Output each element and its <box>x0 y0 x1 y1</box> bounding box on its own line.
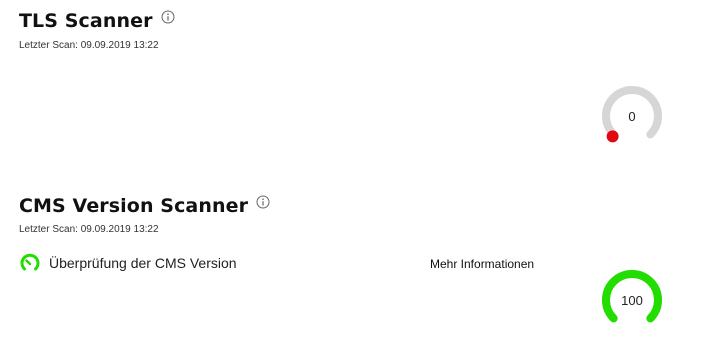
cms-score-gauge: 100 <box>600 268 664 332</box>
tls-score-gauge: 0 <box>600 84 664 148</box>
info-icon[interactable] <box>161 10 175 24</box>
cms-title-row: CMS Version Scanner <box>19 195 270 217</box>
tls-last-scan: Letzter Scan: 09.09.2019 13:22 <box>19 40 159 51</box>
gauge-check-icon <box>19 252 41 274</box>
tls-scanner-title: TLS Scanner <box>19 10 153 32</box>
scanner-dashboard: TLS Scanner Letzter Scan: 09.09.2019 13:… <box>0 0 706 345</box>
tls-score-value: 0 <box>628 108 636 124</box>
cms-check-label: Überprüfung der CMS Version <box>49 255 237 271</box>
cms-scanner-title: CMS Version Scanner <box>19 195 249 217</box>
info-icon[interactable] <box>256 195 270 209</box>
cms-score-value: 100 <box>621 292 643 308</box>
more-info-link[interactable]: Mehr Informationen <box>430 257 534 271</box>
cms-last-scan: Letzter Scan: 09.09.2019 13:22 <box>19 224 159 235</box>
tls-title-row: TLS Scanner <box>19 10 175 32</box>
cms-check-item: Überprüfung der CMS Version <box>19 252 237 274</box>
